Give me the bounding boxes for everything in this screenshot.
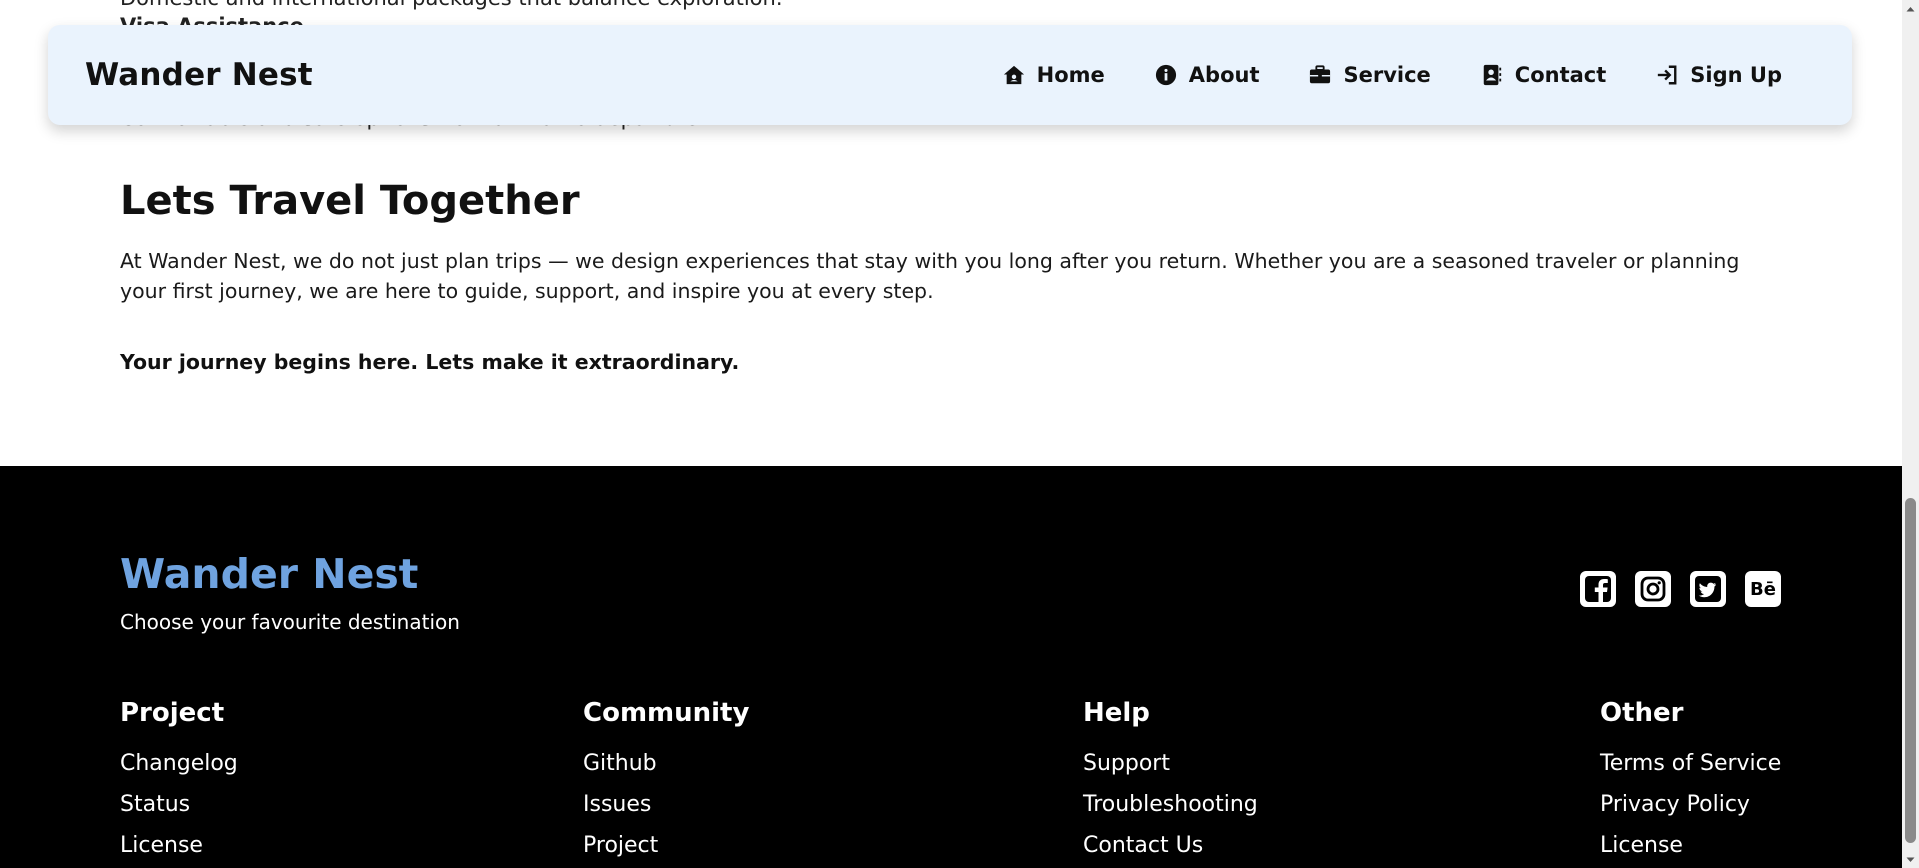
footer-column-project: Project Changelog Status License xyxy=(120,698,238,868)
address-book-icon xyxy=(1481,64,1503,86)
nav-link-label: Contact xyxy=(1514,63,1607,87)
footer-link[interactable]: Changelog xyxy=(120,750,238,791)
twitter-icon[interactable] xyxy=(1690,571,1726,607)
footer-link[interactable]: Troubleshooting xyxy=(1083,791,1258,832)
nav-link-signup[interactable]: Sign Up xyxy=(1656,63,1782,87)
instagram-icon[interactable] xyxy=(1635,571,1671,607)
home-icon xyxy=(1003,64,1025,86)
facebook-icon[interactable] xyxy=(1580,571,1616,607)
navbar-brand[interactable]: Wander Nest xyxy=(85,57,313,93)
footer-column-title: Community xyxy=(583,698,750,728)
footer-brand: Wander Nest xyxy=(120,550,419,598)
footer-column-title: Project xyxy=(120,698,225,728)
footer-column-title: Other xyxy=(1600,698,1684,728)
sign-in-icon xyxy=(1656,64,1678,86)
scroll-up-arrow-icon[interactable] xyxy=(1902,0,1919,17)
footer-link[interactable]: License xyxy=(1600,832,1781,868)
behance-icon[interactable]: Bē xyxy=(1745,571,1781,607)
nav-link-home[interactable]: Home xyxy=(1003,63,1105,87)
footer-link[interactable]: Support xyxy=(1083,750,1258,791)
footer-link[interactable]: Privacy Policy xyxy=(1600,791,1781,832)
footer-link[interactable]: Github xyxy=(583,750,749,791)
scrolled-text-line: Domestic and international packages that… xyxy=(120,0,783,10)
footer-link[interactable]: License xyxy=(120,832,238,868)
nav-link-label: Home xyxy=(1036,63,1105,87)
footer-link[interactable]: Status xyxy=(120,791,238,832)
footer-column-community: Community Github Issues Project xyxy=(583,698,749,868)
nav-link-label: About xyxy=(1188,63,1260,87)
travel-together-section: Lets Travel Together At Wander Nest, we … xyxy=(120,178,1780,374)
scroll-down-arrow-icon[interactable] xyxy=(1902,851,1919,868)
footer-column-help: Help Support Troubleshooting Contact Us xyxy=(1083,698,1258,868)
nav-links: Home About Service Contact Sign Up xyxy=(1003,63,1782,87)
info-icon xyxy=(1155,64,1177,86)
briefcase-icon xyxy=(1309,64,1331,86)
nav-link-contact[interactable]: Contact xyxy=(1481,63,1607,87)
behance-label: Bē xyxy=(1750,578,1776,600)
footer-subtitle: Choose your favourite destination xyxy=(120,610,460,634)
nav-link-label: Sign Up xyxy=(1690,63,1782,87)
section-tagline: Your journey begins here. Lets make it e… xyxy=(120,350,740,374)
section-paragraph: At Wander Nest, we do not just plan trip… xyxy=(120,249,1740,303)
nav-link-service[interactable]: Service xyxy=(1309,63,1431,87)
footer-link[interactable]: Project xyxy=(583,832,749,868)
footer-link[interactable]: Contact Us xyxy=(1083,832,1258,868)
footer-column-other: Other Terms of Service Privacy Policy Li… xyxy=(1600,698,1781,868)
footer: Wander Nest Choose your favourite destin… xyxy=(0,466,1902,868)
page: Domestic and international packages that… xyxy=(0,0,1902,868)
footer-link[interactable]: Terms of Service xyxy=(1600,750,1781,791)
nav-link-label: Service xyxy=(1343,63,1431,87)
section-heading: Lets Travel Together xyxy=(120,178,580,224)
footer-column-title: Help xyxy=(1083,698,1150,728)
social-links: Bē xyxy=(1580,571,1781,607)
footer-link[interactable]: Issues xyxy=(583,791,749,832)
nav-link-about[interactable]: About xyxy=(1155,63,1260,87)
scrollbar-thumb[interactable] xyxy=(1905,498,1916,843)
navbar: Wander Nest Home About Service Contact S… xyxy=(48,25,1852,125)
vertical-scrollbar[interactable] xyxy=(1902,0,1919,868)
